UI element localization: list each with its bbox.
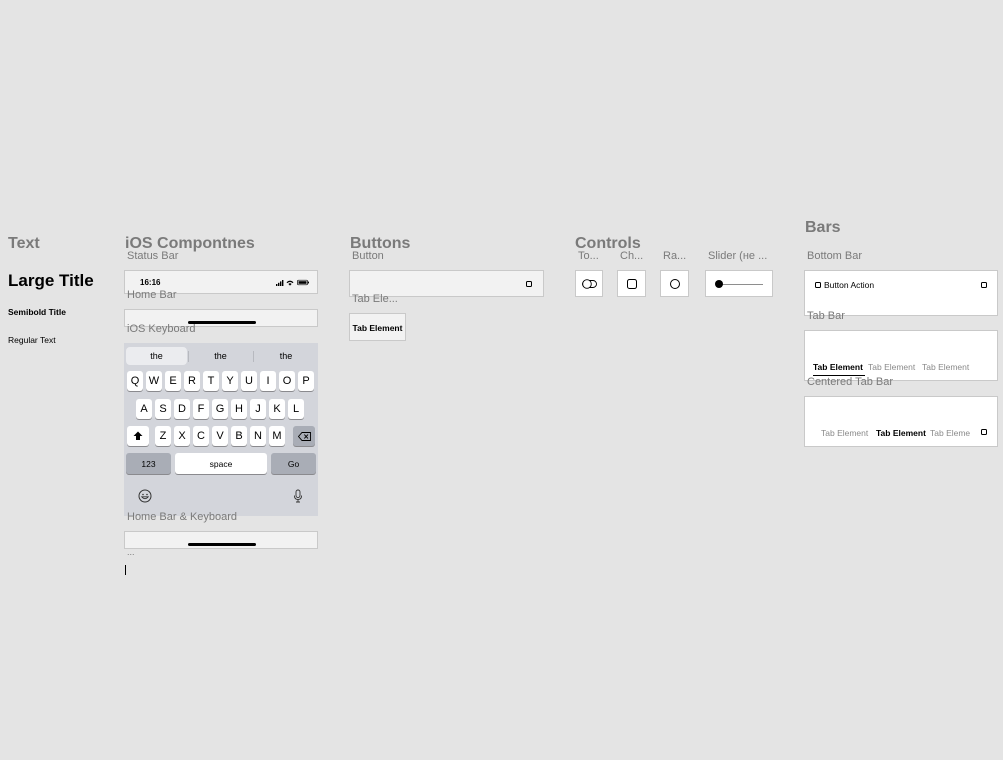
- key-c[interactable]: C: [193, 426, 209, 446]
- delete-key[interactable]: [293, 426, 315, 446]
- key-q[interactable]: Q: [127, 371, 143, 391]
- key-u[interactable]: U: [241, 371, 257, 391]
- key-e[interactable]: E: [165, 371, 181, 391]
- key-o[interactable]: O: [279, 371, 295, 391]
- emoji-icon[interactable]: [138, 489, 152, 503]
- key-y[interactable]: Y: [222, 371, 238, 391]
- radio-control[interactable]: [660, 270, 689, 297]
- checkbox-label: Ch...: [620, 250, 644, 262]
- suggestion-1[interactable]: the: [126, 351, 187, 361]
- centered-tab-bar: Tab Element Tab Element Tab Eleme: [804, 396, 998, 447]
- ios-keyboard: the the the Q W E R T Y U I O P A S D F …: [124, 343, 318, 516]
- checkbox-control[interactable]: [617, 270, 646, 297]
- radio-label: Ra...: [663, 250, 687, 262]
- centered-tab-1[interactable]: Tab Element: [821, 428, 868, 438]
- home-bar-label: Home Bar: [127, 289, 177, 301]
- key-s[interactable]: S: [155, 399, 171, 419]
- tab-bar-tab-1[interactable]: Tab Element: [813, 362, 863, 372]
- key-j[interactable]: J: [250, 399, 266, 419]
- slider-track: [719, 284, 763, 285]
- toggle-control[interactable]: [575, 270, 603, 297]
- key-f[interactable]: F: [193, 399, 209, 419]
- key-w[interactable]: W: [146, 371, 162, 391]
- key-t[interactable]: T: [203, 371, 219, 391]
- bottom-bar-label: Bottom Bar: [807, 250, 863, 262]
- tab-element-component[interactable]: Tab Element: [349, 313, 406, 341]
- key-k[interactable]: K: [269, 399, 285, 419]
- slider-control[interactable]: [705, 270, 773, 297]
- centered-tab-bar-square-icon[interactable]: [981, 429, 987, 435]
- toggle-label: To...: [578, 250, 599, 262]
- key-g[interactable]: G: [212, 399, 228, 419]
- tab-element-label: Tab Ele...: [352, 293, 398, 305]
- key-a[interactable]: A: [136, 399, 152, 419]
- button-action[interactable]: Button Action: [824, 280, 874, 290]
- suggestion-divider: [188, 351, 189, 362]
- checkbox-icon: [627, 279, 637, 289]
- tab-bar: Tab Element Tab Element Tab Element: [804, 330, 998, 381]
- suggestion-divider: [253, 351, 254, 362]
- signal-wifi-battery-icon: [276, 279, 309, 286]
- shift-key[interactable]: [127, 426, 149, 446]
- numbers-key[interactable]: 123: [126, 453, 171, 474]
- ios-keyboard-label: iOS Keyboard: [127, 323, 196, 335]
- home-bar-keyboard-label: Home Bar & Keyboard: [127, 511, 238, 523]
- centered-tab-3[interactable]: Tab Eleme: [930, 428, 970, 438]
- home-bar-keyboard-frame[interactable]: [124, 531, 318, 549]
- bottom-bar-square-icon[interactable]: [981, 282, 987, 288]
- key-l[interactable]: L: [288, 399, 304, 419]
- slider-label: Slider (не ...: [708, 250, 768, 262]
- space-key[interactable]: space: [175, 453, 267, 474]
- key-i[interactable]: I: [260, 371, 276, 391]
- button-label: Button: [352, 250, 384, 262]
- go-key[interactable]: Go: [271, 453, 316, 474]
- key-h[interactable]: H: [231, 399, 247, 419]
- key-p[interactable]: P: [298, 371, 314, 391]
- centered-tab-bar-label: Centered Tab Bar: [807, 376, 894, 388]
- bars-section-title: Bars: [805, 219, 841, 236]
- suggestion-2[interactable]: the: [188, 351, 253, 361]
- tab-element-text: Tab Element: [352, 323, 403, 333]
- tab-bar-label: Tab Bar: [807, 310, 845, 322]
- text-cursor: [125, 565, 126, 575]
- key-n[interactable]: N: [250, 426, 266, 446]
- slider-thumb[interactable]: [715, 280, 723, 288]
- microphone-icon[interactable]: [293, 489, 303, 503]
- semibold-title-sample: Semibold Title: [8, 307, 66, 317]
- backspace-icon: [297, 431, 311, 441]
- status-bar-label: Status Bar: [127, 250, 179, 262]
- button-action-icon: [815, 282, 821, 288]
- toggle-icon: [582, 279, 597, 289]
- square-icon: [526, 281, 532, 287]
- status-bar-time: 16:16: [140, 278, 161, 287]
- large-title-sample: Large Title: [8, 271, 94, 290]
- radio-icon: [670, 279, 680, 289]
- key-b[interactable]: B: [231, 426, 247, 446]
- shift-icon: [133, 431, 143, 440]
- key-r[interactable]: R: [184, 371, 200, 391]
- text-section-title: Text: [8, 235, 40, 252]
- key-m[interactable]: M: [269, 426, 285, 446]
- tab-bar-tab-2[interactable]: Tab Element: [868, 362, 915, 372]
- key-x[interactable]: X: [174, 426, 190, 446]
- key-z[interactable]: Z: [155, 426, 171, 446]
- key-v[interactable]: V: [212, 426, 228, 446]
- centered-tab-2[interactable]: Tab Element: [876, 428, 926, 438]
- suggestion-3[interactable]: the: [254, 351, 318, 361]
- ellipsis-label: ...: [127, 547, 135, 557]
- regular-text-sample: Regular Text: [8, 335, 56, 345]
- key-d[interactable]: D: [174, 399, 190, 419]
- tab-bar-tab-3[interactable]: Tab Element: [922, 362, 969, 372]
- home-indicator: [188, 543, 256, 546]
